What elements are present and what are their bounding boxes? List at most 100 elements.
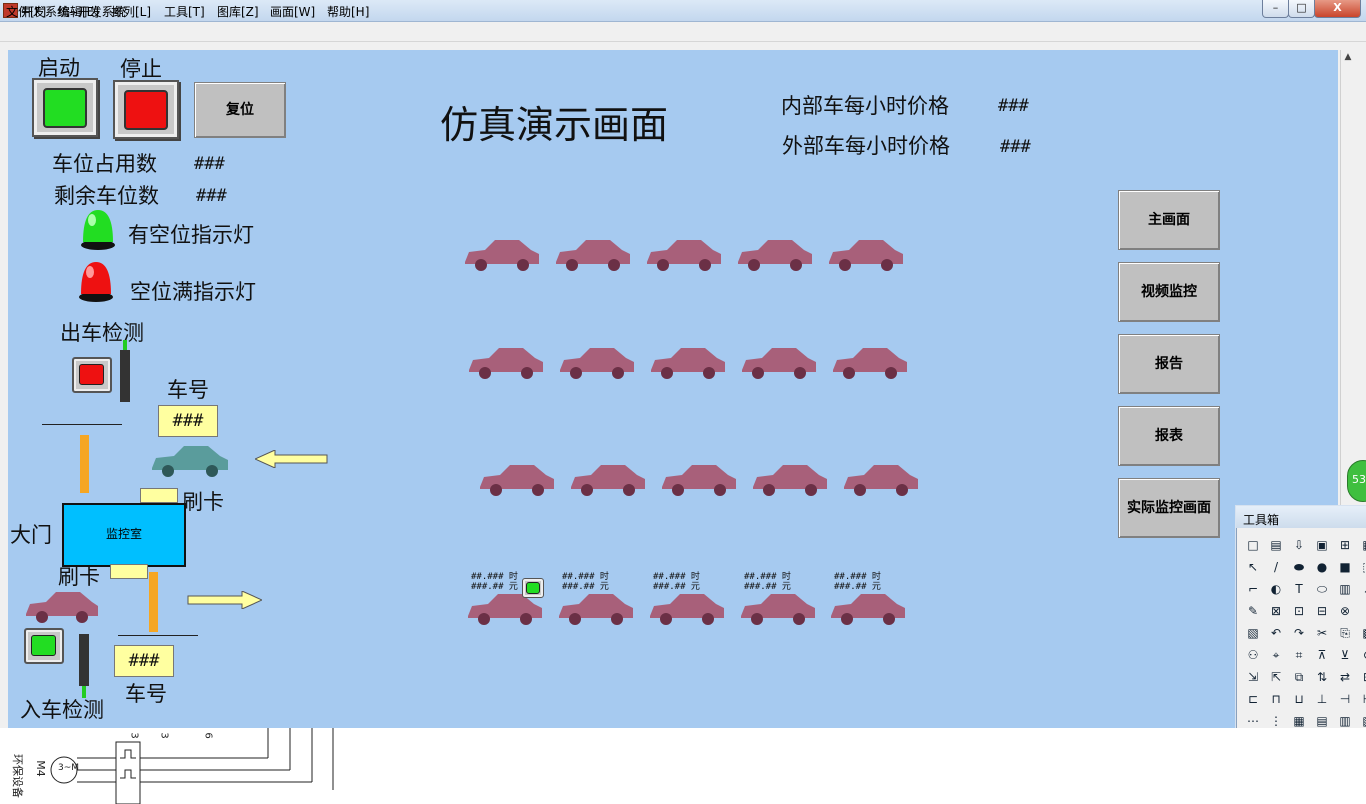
toolbox-tool-icon-41[interactable]: ⇄ xyxy=(1338,670,1352,684)
start-button[interactable] xyxy=(32,78,98,137)
toolbox-tool-icon-38[interactable]: ⇱ xyxy=(1269,670,1283,684)
toolbox-tool-icon-51[interactable]: ▦ xyxy=(1292,714,1306,728)
nav-video-button[interactable]: 视频监控 xyxy=(1118,262,1220,322)
control-room: 监控室 xyxy=(62,503,186,567)
toolbox-tool-icon-21[interactable]: ⊡ xyxy=(1292,604,1306,618)
toolbox-tool-icon-10[interactable]: ● xyxy=(1315,560,1329,574)
left-arrow-icon xyxy=(255,450,328,468)
exit-detect-button[interactable] xyxy=(72,357,112,393)
parked-car-icon-r3c5 xyxy=(844,465,918,496)
entering-car-icon xyxy=(26,592,98,623)
toolbox-tool-icon-2[interactable]: ▤ xyxy=(1269,538,1283,552)
gate-label: 大门 xyxy=(10,523,52,547)
toolbox-tool-icon-46[interactable]: ⊥ xyxy=(1315,692,1329,706)
toolbox-tool-icon-26[interactable]: ↶ xyxy=(1269,626,1283,640)
toolbox-tool-icon-18[interactable]: ↗ xyxy=(1361,582,1366,596)
close-button[interactable]: X xyxy=(1314,0,1361,18)
nav-table-button[interactable]: 报表 xyxy=(1118,406,1220,466)
toolbox-tool-icon-5[interactable]: ⊞ xyxy=(1338,538,1352,552)
toolbox-tool-icon-47[interactable]: ⊣ xyxy=(1338,692,1352,706)
toolbox-tool-icon-9[interactable]: ⬬ xyxy=(1292,560,1306,574)
menu-edit[interactable]: 编辑[E] xyxy=(58,3,99,20)
toolbox-tool-icon-30[interactable]: ▩ xyxy=(1361,626,1366,640)
toolbox-tool-icon-52[interactable]: ▤ xyxy=(1315,714,1329,728)
toolbox-tool-icon-12[interactable]: ⬚ xyxy=(1361,560,1366,574)
slot-hours: ##.### 时 xyxy=(562,572,609,582)
plate-label-bottom: 车号 xyxy=(125,682,167,706)
toolbox-tool-icon-43[interactable]: ⊏ xyxy=(1246,692,1260,706)
toolbox-tool-icon-40[interactable]: ⇅ xyxy=(1315,670,1329,684)
toolbox-tool-icon-14[interactable]: ◐ xyxy=(1269,582,1283,596)
toolbox-tool-icon-37[interactable]: ⇲ xyxy=(1246,670,1260,684)
entry-detect-button[interactable] xyxy=(24,628,64,664)
menu-arrange[interactable]: 排列[L] xyxy=(111,3,151,20)
menu-tools[interactable]: 工具[T] xyxy=(164,3,205,20)
toolbox-tool-icon-34[interactable]: ⊼ xyxy=(1315,648,1329,662)
menu-help[interactable]: 帮助[H] xyxy=(327,3,369,20)
toolbox-tool-icon-32[interactable]: ⌖ xyxy=(1269,648,1283,662)
slot-indicator-button[interactable] xyxy=(522,578,544,598)
toolbox-tool-icon-20[interactable]: ⊠ xyxy=(1269,604,1283,618)
parked-car-icon-r3c2 xyxy=(571,465,645,496)
electrical-schematic xyxy=(50,728,334,804)
toolbox-tool-icon-19[interactable]: ✎ xyxy=(1246,604,1260,618)
slot-hours: ##.### 时 xyxy=(471,572,518,582)
menu-gallery[interactable]: 图库[Z] xyxy=(217,3,259,20)
red-lamp-icon xyxy=(79,262,113,302)
toolbox-tool-icon-45[interactable]: ⊔ xyxy=(1292,692,1306,706)
toolbox-tool-icon-4[interactable]: ▣ xyxy=(1315,538,1329,552)
toolbox-tool-icon-15[interactable]: T xyxy=(1292,582,1306,596)
nav-main-button[interactable]: 主画面 xyxy=(1118,190,1220,250)
slot-info-2: ##.### 时 ###.## 元 xyxy=(562,572,609,592)
slot-info-4: ##.### 时 ###.## 元 xyxy=(744,572,791,592)
toolbox-tool-icon-39[interactable]: ⧉ xyxy=(1292,670,1306,684)
maximize-button[interactable]: □ xyxy=(1288,0,1315,18)
toolbox-tool-icon-27[interactable]: ↷ xyxy=(1292,626,1306,640)
green-lamp-icon xyxy=(81,210,115,250)
card-reader-top xyxy=(140,488,178,503)
nav-actual-monitor-button[interactable]: 实际监控画面 xyxy=(1118,478,1220,538)
toolbox-tool-icon-11[interactable]: ■ xyxy=(1338,560,1352,574)
toolbox-tool-icon-13[interactable]: ⌐ xyxy=(1246,582,1260,596)
remaining-value: ### xyxy=(196,186,227,206)
menu-screen[interactable]: 画面[W] xyxy=(270,3,315,20)
toolbox-tool-icon-25[interactable]: ▧ xyxy=(1246,626,1260,640)
parked-car-icon-r4c2 xyxy=(559,594,633,625)
toolbox-tool-icon-53[interactable]: ▥ xyxy=(1338,714,1352,728)
toolbox-tool-icon-33[interactable]: ⌗ xyxy=(1292,648,1306,662)
toolbox-tool-icon-6[interactable]: ▦ xyxy=(1361,538,1366,552)
toolbox-tool-icon-17[interactable]: ▥ xyxy=(1338,582,1352,596)
toolbox-tool-icon-31[interactable]: ⚇ xyxy=(1246,648,1260,662)
toolbox-tool-icon-23[interactable]: ⊗ xyxy=(1338,604,1352,618)
toolbox-tool-icon-16[interactable]: ⬭ xyxy=(1315,582,1329,596)
toolbox-tool-icon-54[interactable]: ▧ xyxy=(1361,714,1366,728)
lane-line-bottom xyxy=(118,635,198,636)
toolbox-tool-icon-36[interactable]: ⊛ xyxy=(1361,648,1366,662)
toolbox-tool-icon-50[interactable]: ⋮ xyxy=(1269,714,1283,728)
toolbox-tool-icon-49[interactable]: ⋯ xyxy=(1246,714,1260,728)
toolbox-tool-icon-1[interactable]: □ xyxy=(1246,538,1260,552)
toolbox-tool-icon-3[interactable]: ⇩ xyxy=(1292,538,1306,552)
parked-car-icon-r4c5 xyxy=(831,594,905,625)
gate-barrier-bottom xyxy=(149,572,158,632)
toolbox-tool-icon-35[interactable]: ⊻ xyxy=(1338,648,1352,662)
toolbox-tool-icon-42[interactable]: ⊞ xyxy=(1361,670,1366,684)
toolbox-tool-icon-7[interactable]: ↖ xyxy=(1246,560,1260,574)
entry-sensor-icon xyxy=(79,634,89,698)
toolbox-tool-icon-44[interactable]: ⊓ xyxy=(1269,692,1283,706)
toolbox-tool-icon-8[interactable]: / xyxy=(1269,560,1283,574)
menu-file[interactable]: 文件[F] xyxy=(6,3,46,20)
toolbox-tool-icon-28[interactable]: ✂ xyxy=(1315,626,1329,640)
minimize-button[interactable]: – xyxy=(1262,0,1289,18)
toolbox-tool-icon-24[interactable]: ⌇ xyxy=(1361,604,1366,618)
scroll-up-arrow-icon[interactable]: ▲ xyxy=(1341,52,1355,66)
toolbox-tool-icon-48[interactable]: ⊢ xyxy=(1361,692,1366,706)
toolbox-tool-icon-22[interactable]: ⊟ xyxy=(1315,604,1329,618)
stop-button[interactable] xyxy=(113,80,179,139)
parked-car-icon-r3c1 xyxy=(480,465,554,496)
reset-button[interactable]: 复位 xyxy=(194,82,286,138)
toolbox-tool-icon-29[interactable]: ⎘ xyxy=(1338,626,1352,640)
internal-price-label: 内部车每小时价格 xyxy=(781,94,949,118)
exit-sensor-icon xyxy=(120,340,130,402)
nav-report-button[interactable]: 报告 xyxy=(1118,334,1220,394)
